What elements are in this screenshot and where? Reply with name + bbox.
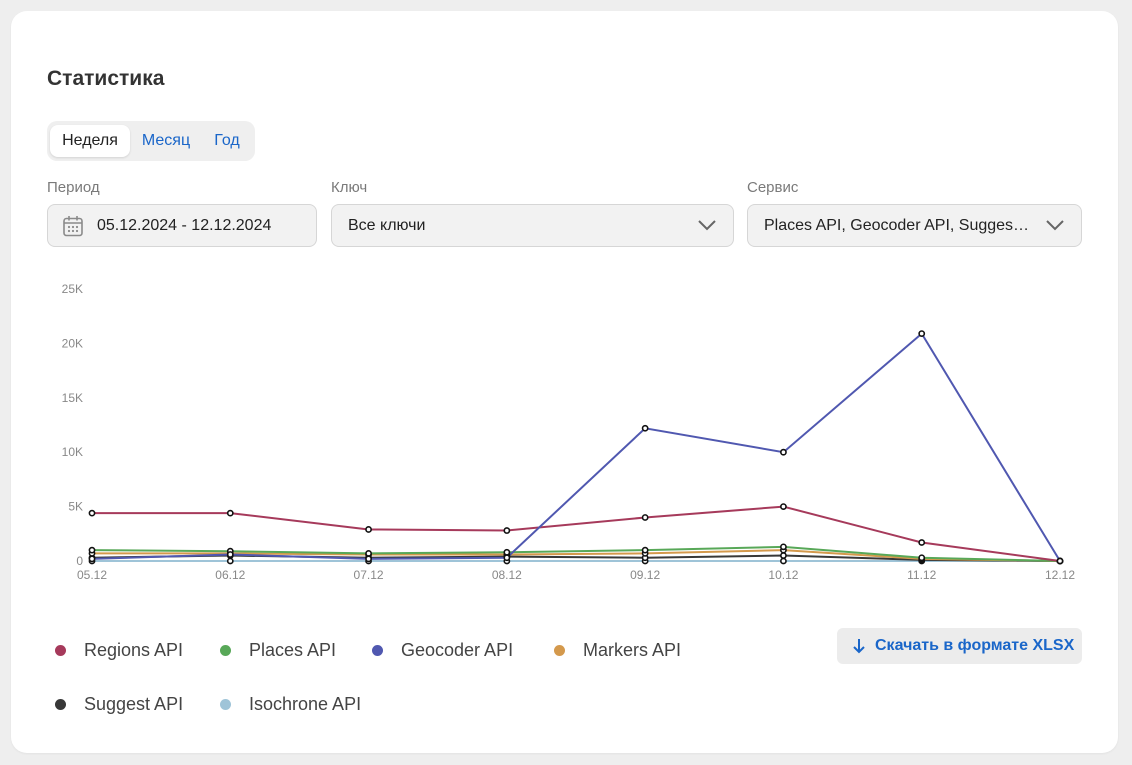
legend-swatch: [220, 645, 231, 656]
data-point[interactable]: [226, 557, 234, 565]
data-point[interactable]: [918, 554, 926, 562]
data-point[interactable]: [780, 557, 787, 565]
x-tick-label: 09.12: [630, 568, 660, 582]
legend-swatch: [220, 699, 231, 710]
arrow-down-icon: [853, 639, 865, 654]
data-point[interactable]: [88, 546, 96, 554]
x-tick-label: 05.12: [77, 568, 107, 582]
legend-swatch: [554, 645, 565, 656]
x-tick-label: 08.12: [492, 568, 522, 582]
data-point[interactable]: [226, 551, 234, 558]
data-point[interactable]: [503, 548, 511, 556]
usage-line-chart: 0 5K 10K 15K 20K 25K 05.12 06.12 07.12 08.12 09.12…: [62, 282, 1076, 582]
data-point[interactable]: [88, 555, 96, 563]
data-point[interactable]: [780, 543, 787, 551]
data-point[interactable]: [88, 509, 96, 517]
legend-swatch: [55, 645, 66, 656]
data-point[interactable]: [641, 424, 649, 432]
x-tick-label: 11.12: [907, 568, 936, 582]
data-point[interactable]: [780, 503, 787, 510]
data-point[interactable]: [918, 330, 926, 338]
series-line: [91, 332, 1061, 562]
data-point[interactable]: [365, 526, 372, 533]
x-tick-label: 07.12: [354, 568, 384, 582]
data-point[interactable]: [641, 514, 649, 521]
y-tick-label: 15K: [62, 391, 83, 405]
data-point[interactable]: [503, 554, 511, 562]
download-label: Скачать в формате XLSX: [875, 637, 1075, 654]
legend-swatch: [372, 645, 383, 656]
x-tick-label: 12.12: [1045, 568, 1075, 582]
y-tick-label: 20K: [62, 336, 83, 350]
data-point[interactable]: [226, 509, 234, 517]
data-point[interactable]: [365, 549, 372, 557]
y-tick-label: 25K: [62, 282, 83, 296]
data-point[interactable]: [365, 555, 372, 563]
data-point[interactable]: [918, 539, 926, 546]
y-tick-label: 10K: [62, 445, 83, 459]
statistics-card: Статистика Неделя Месяц Год Период 05.12…: [11, 11, 1118, 753]
data-point[interactable]: [503, 527, 511, 534]
data-point[interactable]: [641, 546, 649, 554]
x-tick-label: 06.12: [215, 568, 245, 582]
y-tick-label: 0: [76, 554, 83, 568]
data-point[interactable]: [780, 552, 787, 559]
y-tick-label: 5K: [68, 500, 83, 514]
x-tick-label: 10.12: [768, 568, 798, 582]
data-point[interactable]: [780, 448, 787, 456]
data-point[interactable]: [1056, 557, 1064, 565]
download-xlsx-button[interactable]: Скачать в формате XLSX: [837, 628, 1082, 664]
legend-swatch: [55, 699, 66, 710]
